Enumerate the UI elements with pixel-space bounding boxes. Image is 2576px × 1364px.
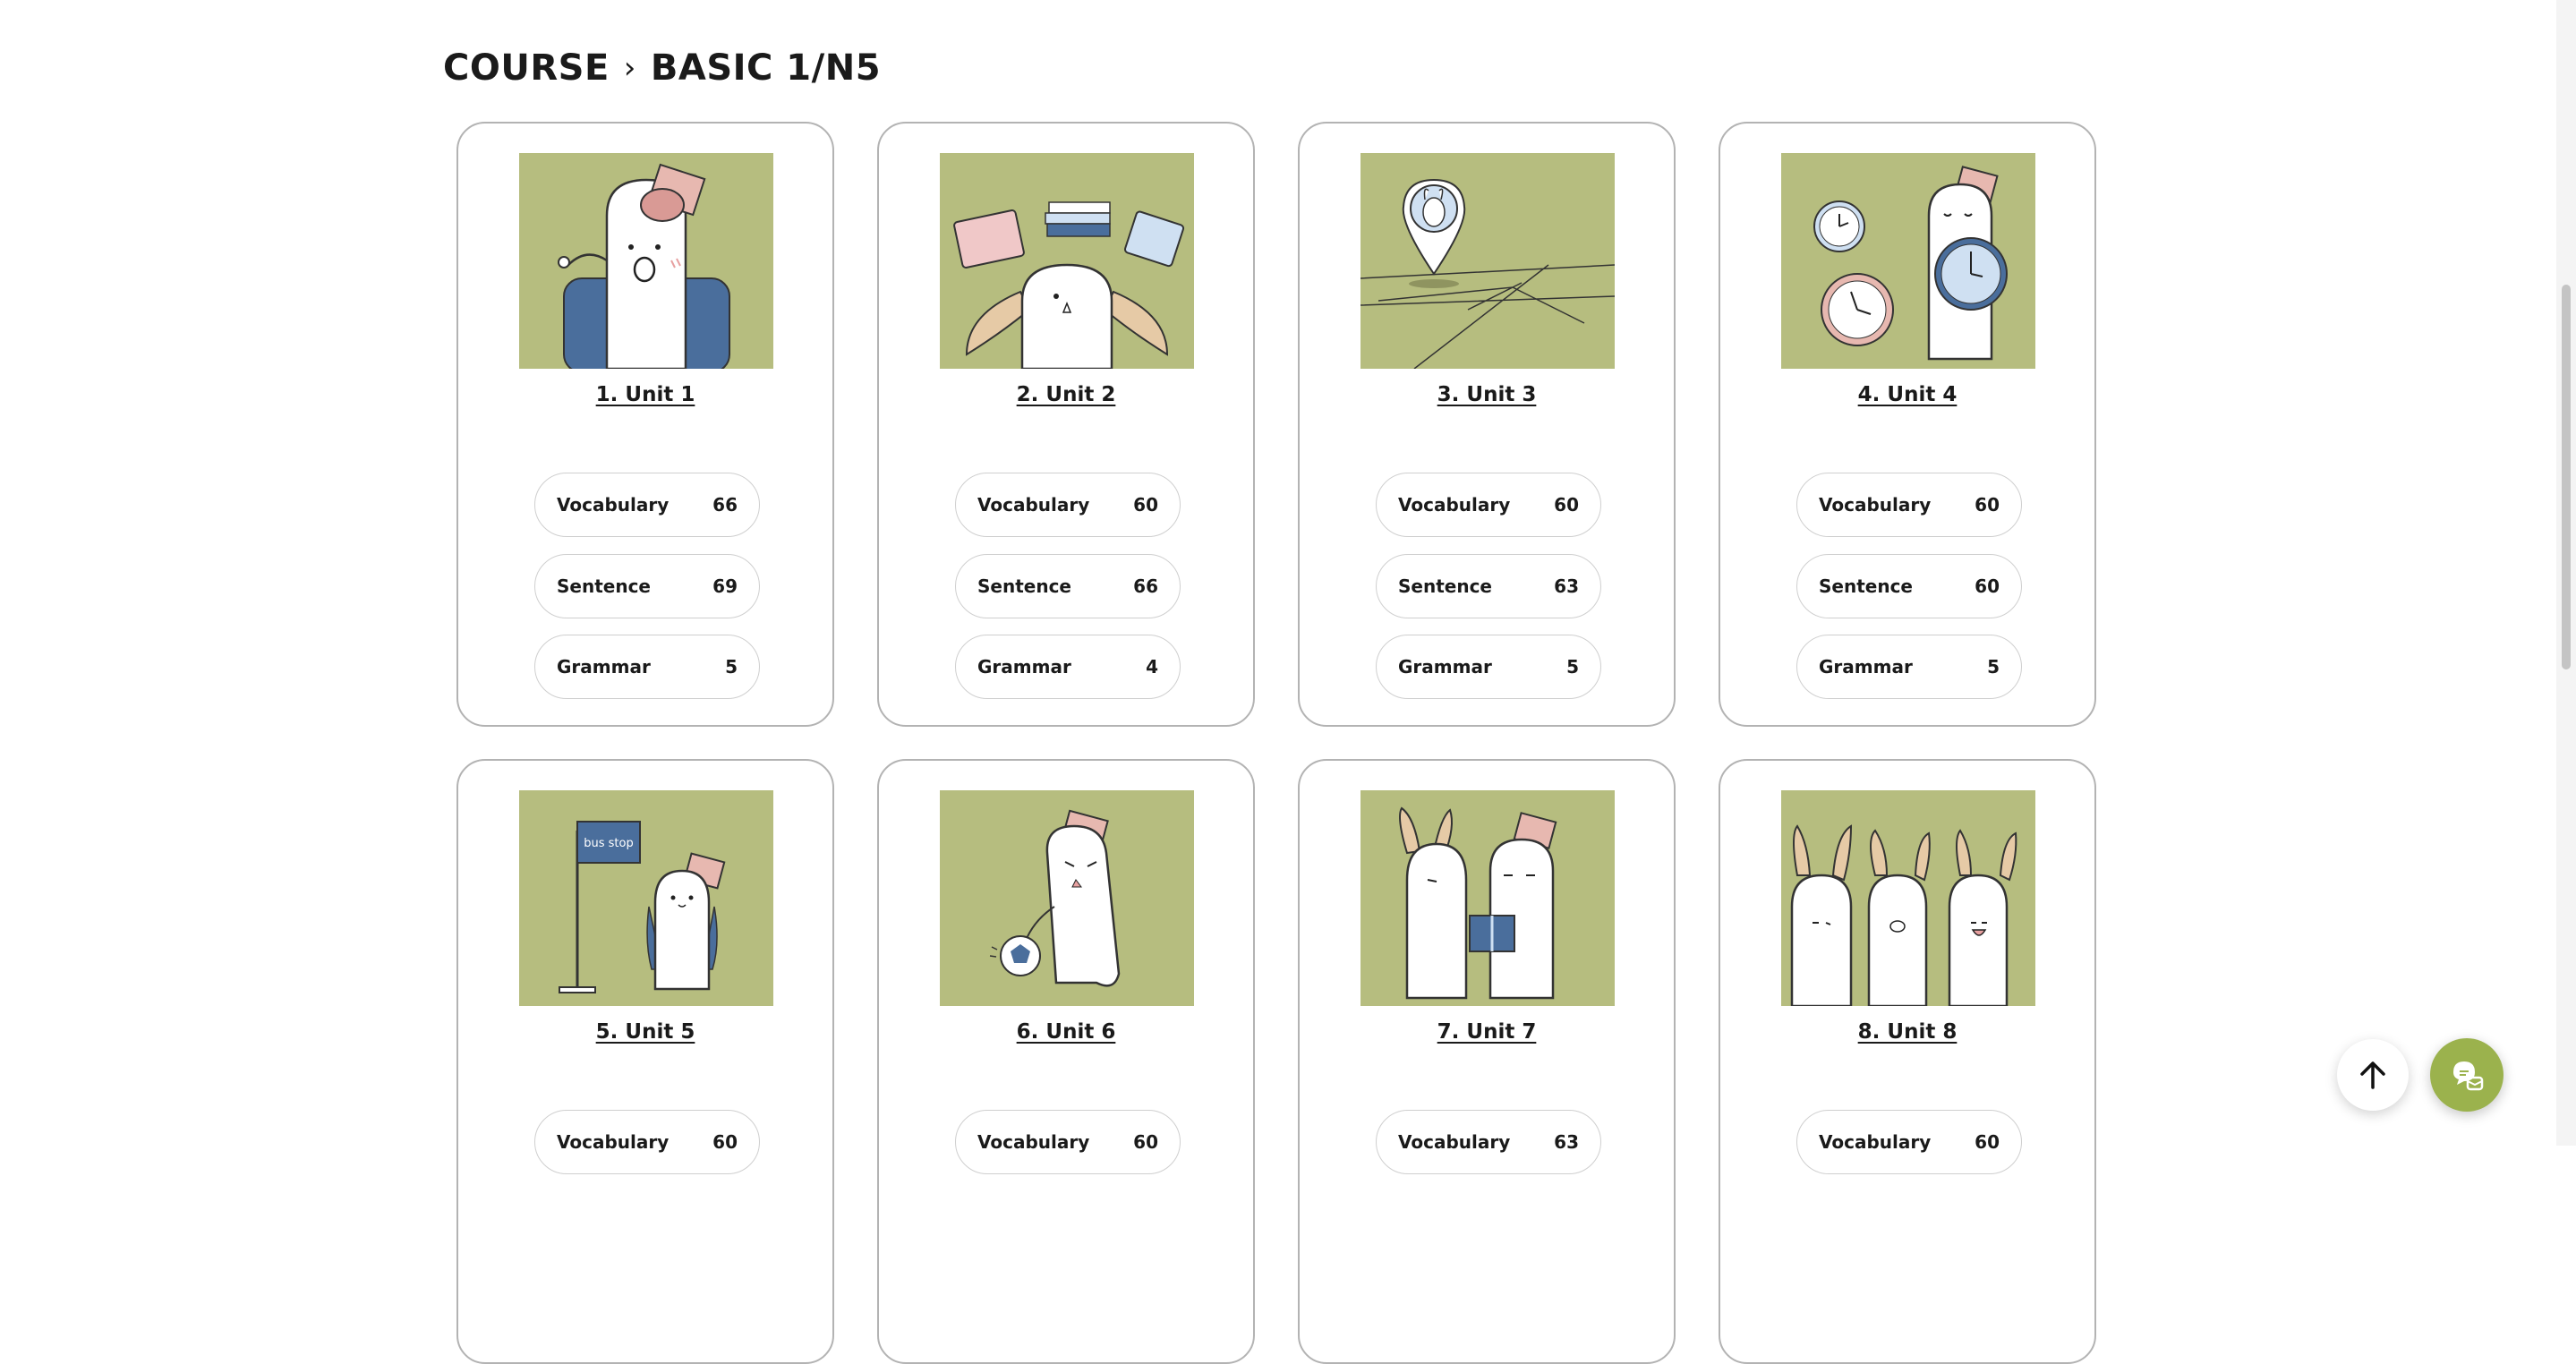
stat-label: Vocabulary	[557, 1131, 670, 1153]
unit-card-8[interactable]: 8. Unit 8 Vocabulary 60	[1719, 759, 2096, 1364]
sentence-button[interactable]: Sentence 69	[534, 554, 760, 618]
stat-label: Grammar	[557, 656, 651, 678]
sentence-button[interactable]: Sentence 66	[955, 554, 1181, 618]
grammar-button[interactable]: Grammar 4	[955, 635, 1181, 699]
stat-count: 60	[1554, 494, 1579, 516]
unit-title[interactable]: 1. Unit 1	[458, 383, 832, 406]
stat-count: 60	[1133, 494, 1158, 516]
stat-count: 63	[1554, 575, 1579, 597]
grammar-button[interactable]: Grammar 5	[1376, 635, 1601, 699]
stat-label: Vocabulary	[1398, 1131, 1511, 1153]
unit-title[interactable]: 5. Unit 5	[458, 1020, 832, 1044]
unit-3-illustration[interactable]	[1361, 153, 1615, 369]
bus-stop-sign-text: bus stop	[584, 837, 633, 850]
stat-label: Grammar	[1819, 656, 1913, 678]
sentence-button[interactable]: Sentence 60	[1796, 554, 2022, 618]
stat-count: 66	[712, 494, 738, 516]
unit-7-illustration[interactable]	[1361, 790, 1615, 1006]
unit-8-illustration[interactable]	[1781, 790, 2035, 1006]
unit-title[interactable]: 3. Unit 3	[1300, 383, 1674, 406]
unit-card-5[interactable]: bus stop 5. Unit 5 Vocabulary 60	[456, 759, 834, 1364]
unit-2-illustration[interactable]	[940, 153, 1194, 369]
stat-count: 5	[1566, 656, 1579, 678]
stat-count: 60	[1975, 494, 2000, 516]
vocabulary-button[interactable]: Vocabulary 60	[1376, 473, 1601, 537]
stat-label: Vocabulary	[1398, 494, 1511, 516]
stat-count: 66	[1133, 575, 1158, 597]
stat-label: Sentence	[1398, 575, 1492, 597]
stat-count: 4	[1146, 656, 1158, 678]
stat-label: Vocabulary	[977, 494, 1090, 516]
unit-card-6[interactable]: 6. Unit 6 Vocabulary 60	[877, 759, 1255, 1364]
stat-count: 60	[1133, 1131, 1158, 1153]
stat-count: 5	[1987, 656, 2000, 678]
grammar-button[interactable]: Grammar 5	[1796, 635, 2022, 699]
stat-count: 69	[712, 575, 738, 597]
scrollbar-thumb[interactable]	[2562, 285, 2571, 669]
unit-card-3[interactable]: 3. Unit 3 Vocabulary 60 Sentence 63 Gramma…	[1298, 122, 1676, 727]
chevron-right-icon: ›	[623, 50, 636, 86]
stat-count: 60	[1975, 1131, 2000, 1153]
vocabulary-button[interactable]: Vocabulary 60	[955, 473, 1181, 537]
stat-label: Vocabulary	[1819, 1131, 1932, 1153]
vocabulary-button[interactable]: Vocabulary 60	[1796, 1110, 2022, 1174]
grammar-button[interactable]: Grammar 5	[534, 635, 760, 699]
vocabulary-button[interactable]: Vocabulary 60	[534, 1110, 760, 1174]
stat-label: Vocabulary	[977, 1131, 1090, 1153]
stat-label: Grammar	[977, 656, 1071, 678]
back-to-top-button[interactable]	[2337, 1039, 2409, 1111]
breadcrumb: COURSE › BASIC 1/N5	[443, 43, 881, 93]
stat-count: 63	[1554, 1131, 1579, 1153]
stat-label: Vocabulary	[1819, 494, 1932, 516]
unit-title[interactable]: 7. Unit 7	[1300, 1020, 1674, 1044]
stat-label: Sentence	[977, 575, 1071, 597]
stat-label: Sentence	[1819, 575, 1913, 597]
stat-count: 60	[1975, 575, 2000, 597]
unit-card-4[interactable]: 4. Unit 4 Vocabulary 60 Sentence 60 Gramma…	[1719, 122, 2096, 727]
unit-card-1[interactable]: 1. Unit 1 Vocabulary 66 Sentence 69 Gramma…	[456, 122, 834, 727]
sentence-button[interactable]: Sentence 63	[1376, 554, 1601, 618]
unit-title[interactable]: 2. Unit 2	[879, 383, 1253, 406]
unit-title[interactable]: 8. Unit 8	[1720, 1020, 2094, 1044]
breadcrumb-root[interactable]: COURSE	[443, 47, 610, 89]
unit-title[interactable]: 6. Unit 6	[879, 1020, 1253, 1044]
chat-button[interactable]	[2430, 1038, 2503, 1112]
vertical-scrollbar[interactable]	[2556, 0, 2576, 1146]
unit-1-illustration[interactable]	[519, 153, 773, 369]
stat-count: 60	[712, 1131, 738, 1153]
unit-5-illustration[interactable]: bus stop	[519, 790, 773, 1006]
unit-title[interactable]: 4. Unit 4	[1720, 383, 2094, 406]
stat-label: Sentence	[557, 575, 651, 597]
unit-card-2[interactable]: 2. Unit 2 Vocabulary 60 Sentence 66 Gramma…	[877, 122, 1255, 727]
vocabulary-button[interactable]: Vocabulary 60	[1796, 473, 2022, 537]
unit-card-7[interactable]: 7. Unit 7 Vocabulary 63	[1298, 759, 1676, 1364]
stat-label: Vocabulary	[557, 494, 670, 516]
page-title: BASIC 1/N5	[650, 47, 882, 89]
unit-6-illustration[interactable]	[940, 790, 1194, 1006]
vocabulary-button[interactable]: Vocabulary 63	[1376, 1110, 1601, 1174]
vocabulary-button[interactable]: Vocabulary 60	[955, 1110, 1181, 1174]
arrow-up-icon	[2360, 1061, 2385, 1089]
chat-icon	[2453, 1061, 2484, 1091]
vocabulary-button[interactable]: Vocabulary 66	[534, 473, 760, 537]
unit-4-illustration[interactable]	[1781, 153, 2035, 369]
stat-count: 5	[725, 656, 738, 678]
stat-label: Grammar	[1398, 656, 1492, 678]
